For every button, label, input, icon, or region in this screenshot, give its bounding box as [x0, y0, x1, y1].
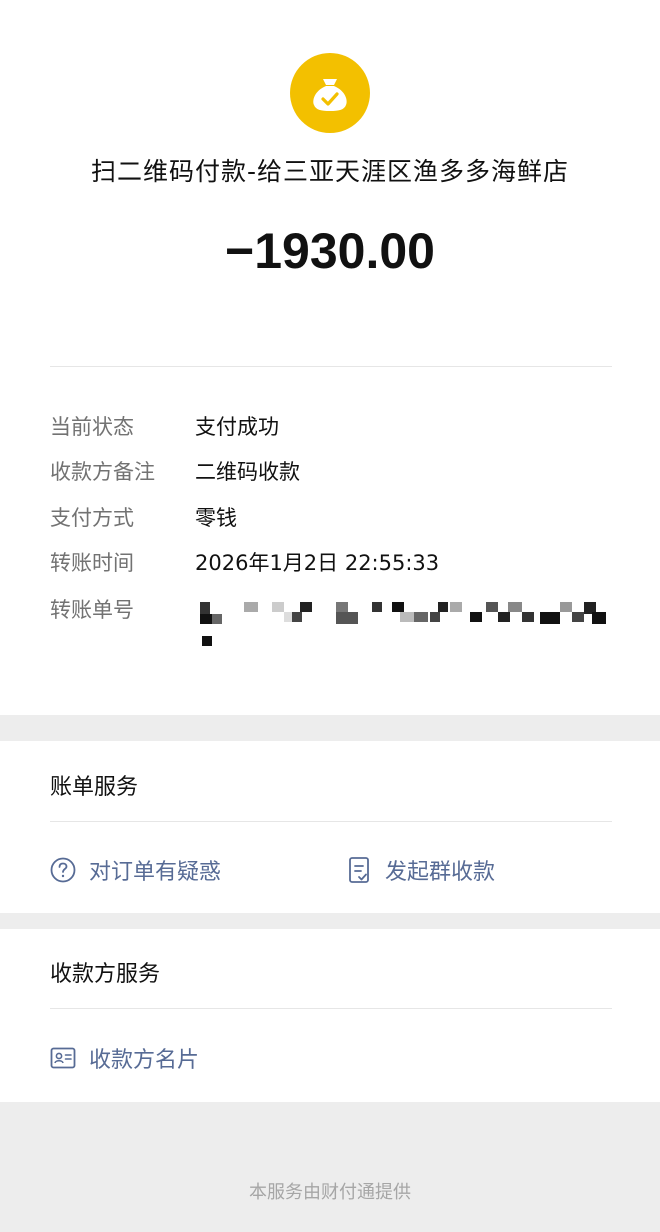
- divider: [50, 366, 612, 367]
- order-question-label: 对订单有疑惑: [89, 860, 222, 885]
- merchant-title: 扫二维码付款-给三亚天涯区渔多多海鲜店: [90, 157, 570, 186]
- method-value: 零钱: [195, 506, 237, 530]
- payment-amount: −1930.00: [225, 223, 435, 279]
- group-collect-label: 发起群收款: [385, 860, 496, 885]
- payee-services-title: 收款方服务: [50, 962, 161, 987]
- status-label: 当前状态: [50, 415, 134, 439]
- time-value: 2026年1月2日 22:55:33: [195, 551, 440, 575]
- group-collect-link[interactable]: 发起群收款: [348, 854, 495, 886]
- payee-services-card: 收款方服务 收款方名片: [0, 929, 660, 1102]
- bill-services-card: 账单服务 对订单有疑惑 发起群收款: [0, 741, 660, 913]
- checklist-icon: [349, 857, 369, 883]
- money-bag-icon: [290, 53, 370, 133]
- order-number-label: 转账单号: [50, 598, 134, 622]
- divider: [50, 1008, 612, 1009]
- remark-value: 二维码收款: [195, 460, 300, 484]
- payment-detail-card: 扫二维码付款-给三亚天涯区渔多多海鲜店 −1930.00 当前状态 支付成功 收…: [0, 0, 660, 715]
- question-circle-icon: [50, 857, 76, 883]
- bill-services-title: 账单服务: [50, 775, 139, 800]
- remark-label: 收款方备注: [50, 460, 155, 484]
- status-value: 支付成功: [195, 415, 279, 439]
- payee-card-label: 收款方名片: [89, 1048, 200, 1073]
- method-label: 支付方式: [50, 506, 134, 530]
- business-card-icon: [50, 1047, 76, 1069]
- payee-card-link[interactable]: 收款方名片: [50, 1042, 199, 1074]
- time-label: 转账时间: [50, 551, 134, 575]
- order-number-redacted: [200, 600, 610, 650]
- order-question-link[interactable]: 对订单有疑惑: [50, 854, 221, 886]
- footer-provider-text: 本服务由财付通提供: [249, 1182, 411, 1203]
- divider: [50, 821, 612, 822]
